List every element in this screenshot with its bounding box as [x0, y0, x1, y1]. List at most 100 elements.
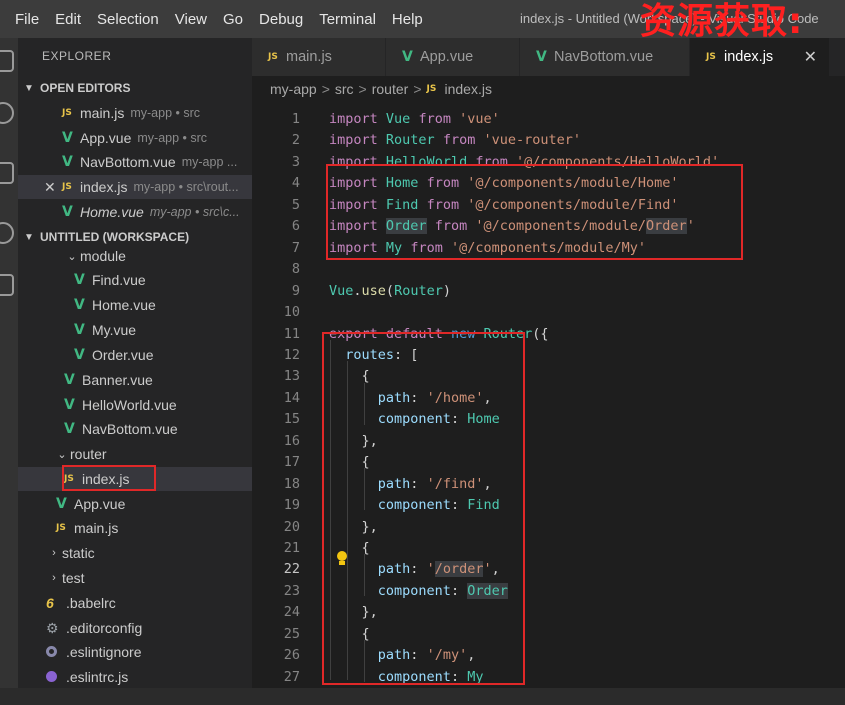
line-number: 24	[283, 604, 300, 620]
files-icon[interactable]	[0, 50, 14, 72]
tree-item[interactable]: V App.vue	[18, 492, 252, 516]
line-number: 8	[291, 261, 300, 277]
source-control-icon[interactable]	[0, 162, 14, 184]
line-number: 21	[283, 540, 300, 556]
activity-bar	[0, 38, 18, 705]
line-number: 26	[283, 647, 300, 663]
extensions-icon[interactable]	[0, 274, 14, 296]
line-number: 1	[291, 111, 300, 127]
tree-item[interactable]: V Home.vue	[18, 293, 252, 317]
code-token: Router	[385, 132, 435, 148]
annotation-box	[62, 465, 156, 491]
menu-terminal[interactable]: Terminal	[311, 11, 384, 28]
tree-item[interactable]: .eslintrc.js	[18, 665, 252, 689]
chevron-right-icon: ›	[52, 547, 56, 559]
menu-selection[interactable]: Selection	[89, 11, 167, 28]
tree-item-label: Find.vue	[92, 272, 146, 288]
line-number: 9	[291, 283, 300, 299]
tab-label: App.vue	[420, 49, 474, 65]
open-editor-item[interactable]: V App.vue my-app • src	[18, 126, 252, 150]
tree-item[interactable]: V Find.vue	[18, 268, 252, 292]
line-number: 12	[283, 347, 300, 363]
chevron-right-icon: >	[321, 81, 330, 97]
vue-file-icon: V	[64, 421, 75, 437]
code-line[interactable]: Vue.use(Router)	[329, 283, 451, 299]
open-editor-item[interactable]: V Home.vue my-app • src\c...	[18, 200, 252, 224]
code-token: 'vue-router'	[483, 132, 582, 148]
open-editors-header[interactable]: ▼ OPEN EDITORS	[18, 77, 252, 99]
tree-item-label: .editorconfig	[66, 620, 143, 636]
tab-bar: JS main.js V App.vue V NavBottom.vue JS …	[252, 38, 845, 76]
line-number: 17	[283, 454, 300, 470]
code-line[interactable]: import Vue from 'vue'	[329, 111, 500, 127]
bottom-bar	[0, 688, 845, 705]
debug-icon[interactable]	[0, 222, 14, 244]
tab-main-js[interactable]: JS main.js	[252, 38, 386, 76]
menu-go[interactable]: Go	[215, 11, 251, 28]
tree-item[interactable]: V HelloWorld.vue	[18, 393, 252, 417]
tree-item-label: main.js	[74, 520, 119, 536]
line-number: 18	[283, 476, 300, 492]
tree-item[interactable]: V Order.vue	[18, 343, 252, 367]
open-editor-item-active[interactable]: ✕ JS index.js my-app • src\rout...	[18, 175, 252, 199]
tree-item[interactable]: V Banner.vue	[18, 368, 252, 392]
tree-folder-module[interactable]: ⌄ module	[18, 244, 252, 268]
breadcrumb-item[interactable]: my-app	[270, 81, 317, 97]
tree-item[interactable]: JS main.js	[18, 516, 252, 540]
annotation-box	[322, 332, 525, 685]
file-path: my-app • src\rout...	[133, 180, 239, 194]
breadcrumb-item[interactable]: src	[335, 81, 354, 97]
menu-debug[interactable]: Debug	[251, 11, 311, 28]
tree-item[interactable]: V My.vue	[18, 318, 252, 342]
tree-item[interactable]: 6 .babelrc	[18, 591, 252, 615]
close-icon[interactable]: ✕	[44, 179, 62, 196]
tree-item-label: HelloWorld.vue	[82, 397, 177, 413]
vue-file-icon: V	[74, 347, 85, 363]
tree-item[interactable]: ⚙ .editorconfig	[18, 616, 252, 640]
line-number: 23	[283, 583, 300, 599]
tree-folder-router[interactable]: ⌄ router	[18, 442, 252, 466]
eslint-icon	[46, 669, 66, 685]
open-editor-item[interactable]: JS main.js my-app • src	[18, 101, 252, 125]
search-icon[interactable]	[0, 102, 14, 124]
tree-folder-test[interactable]: › test	[18, 566, 252, 590]
breadcrumb-item[interactable]: router	[372, 81, 409, 97]
tab-index-js[interactable]: JS index.js ✕	[690, 38, 830, 76]
file-name: main.js	[80, 105, 125, 121]
code-token: from	[418, 111, 451, 127]
tree-item-label: App.vue	[74, 496, 126, 512]
tree-item-label: test	[62, 570, 85, 586]
menu-edit[interactable]: Edit	[47, 11, 89, 28]
code-line[interactable]: import Router from 'vue-router'	[329, 132, 581, 148]
chevron-down-icon: ▼	[24, 82, 34, 94]
breadcrumb: my-app > src > router > JS index.js	[252, 76, 845, 102]
line-number: 19	[283, 497, 300, 513]
code-token: Vue	[329, 283, 354, 299]
chevron-right-icon: ›	[52, 572, 56, 584]
babel-icon: 6	[46, 595, 54, 611]
close-icon[interactable]: ✕	[804, 47, 817, 67]
tree-item[interactable]: V NavBottom.vue	[18, 417, 252, 441]
code-editor[interactable]: 1 import Vue from 'vue' 2 import Router fro…	[252, 102, 845, 705]
chevron-right-icon: >	[413, 81, 422, 97]
tree-folder-static[interactable]: › static	[18, 541, 252, 565]
tree-item-label: Home.vue	[92, 297, 156, 313]
tab-app-vue[interactable]: V App.vue	[386, 38, 520, 76]
tab-navbottom-vue[interactable]: V NavBottom.vue	[520, 38, 690, 76]
menu-view[interactable]: View	[167, 11, 215, 28]
vue-file-icon: V	[402, 49, 413, 65]
eslint-icon	[46, 644, 66, 660]
tree-item-label: Order.vue	[92, 347, 154, 363]
line-number: 3	[291, 154, 300, 170]
menu-help[interactable]: Help	[384, 11, 431, 28]
file-path: my-app • src	[137, 131, 208, 145]
explorer-sidebar: EXPLORER ▼ OPEN EDITORS JS main.js my-ap…	[18, 38, 252, 705]
menu-file[interactable]: File	[0, 11, 47, 28]
code-token: Router	[394, 283, 443, 299]
vue-file-icon: V	[56, 496, 67, 512]
code-token: ({	[532, 326, 549, 342]
tree-item-label: module	[80, 248, 126, 264]
tree-item[interactable]: .eslintignore	[18, 640, 252, 664]
open-editor-item[interactable]: V NavBottom.vue my-app ...	[18, 150, 252, 174]
breadcrumb-file[interactable]: index.js	[445, 81, 492, 97]
